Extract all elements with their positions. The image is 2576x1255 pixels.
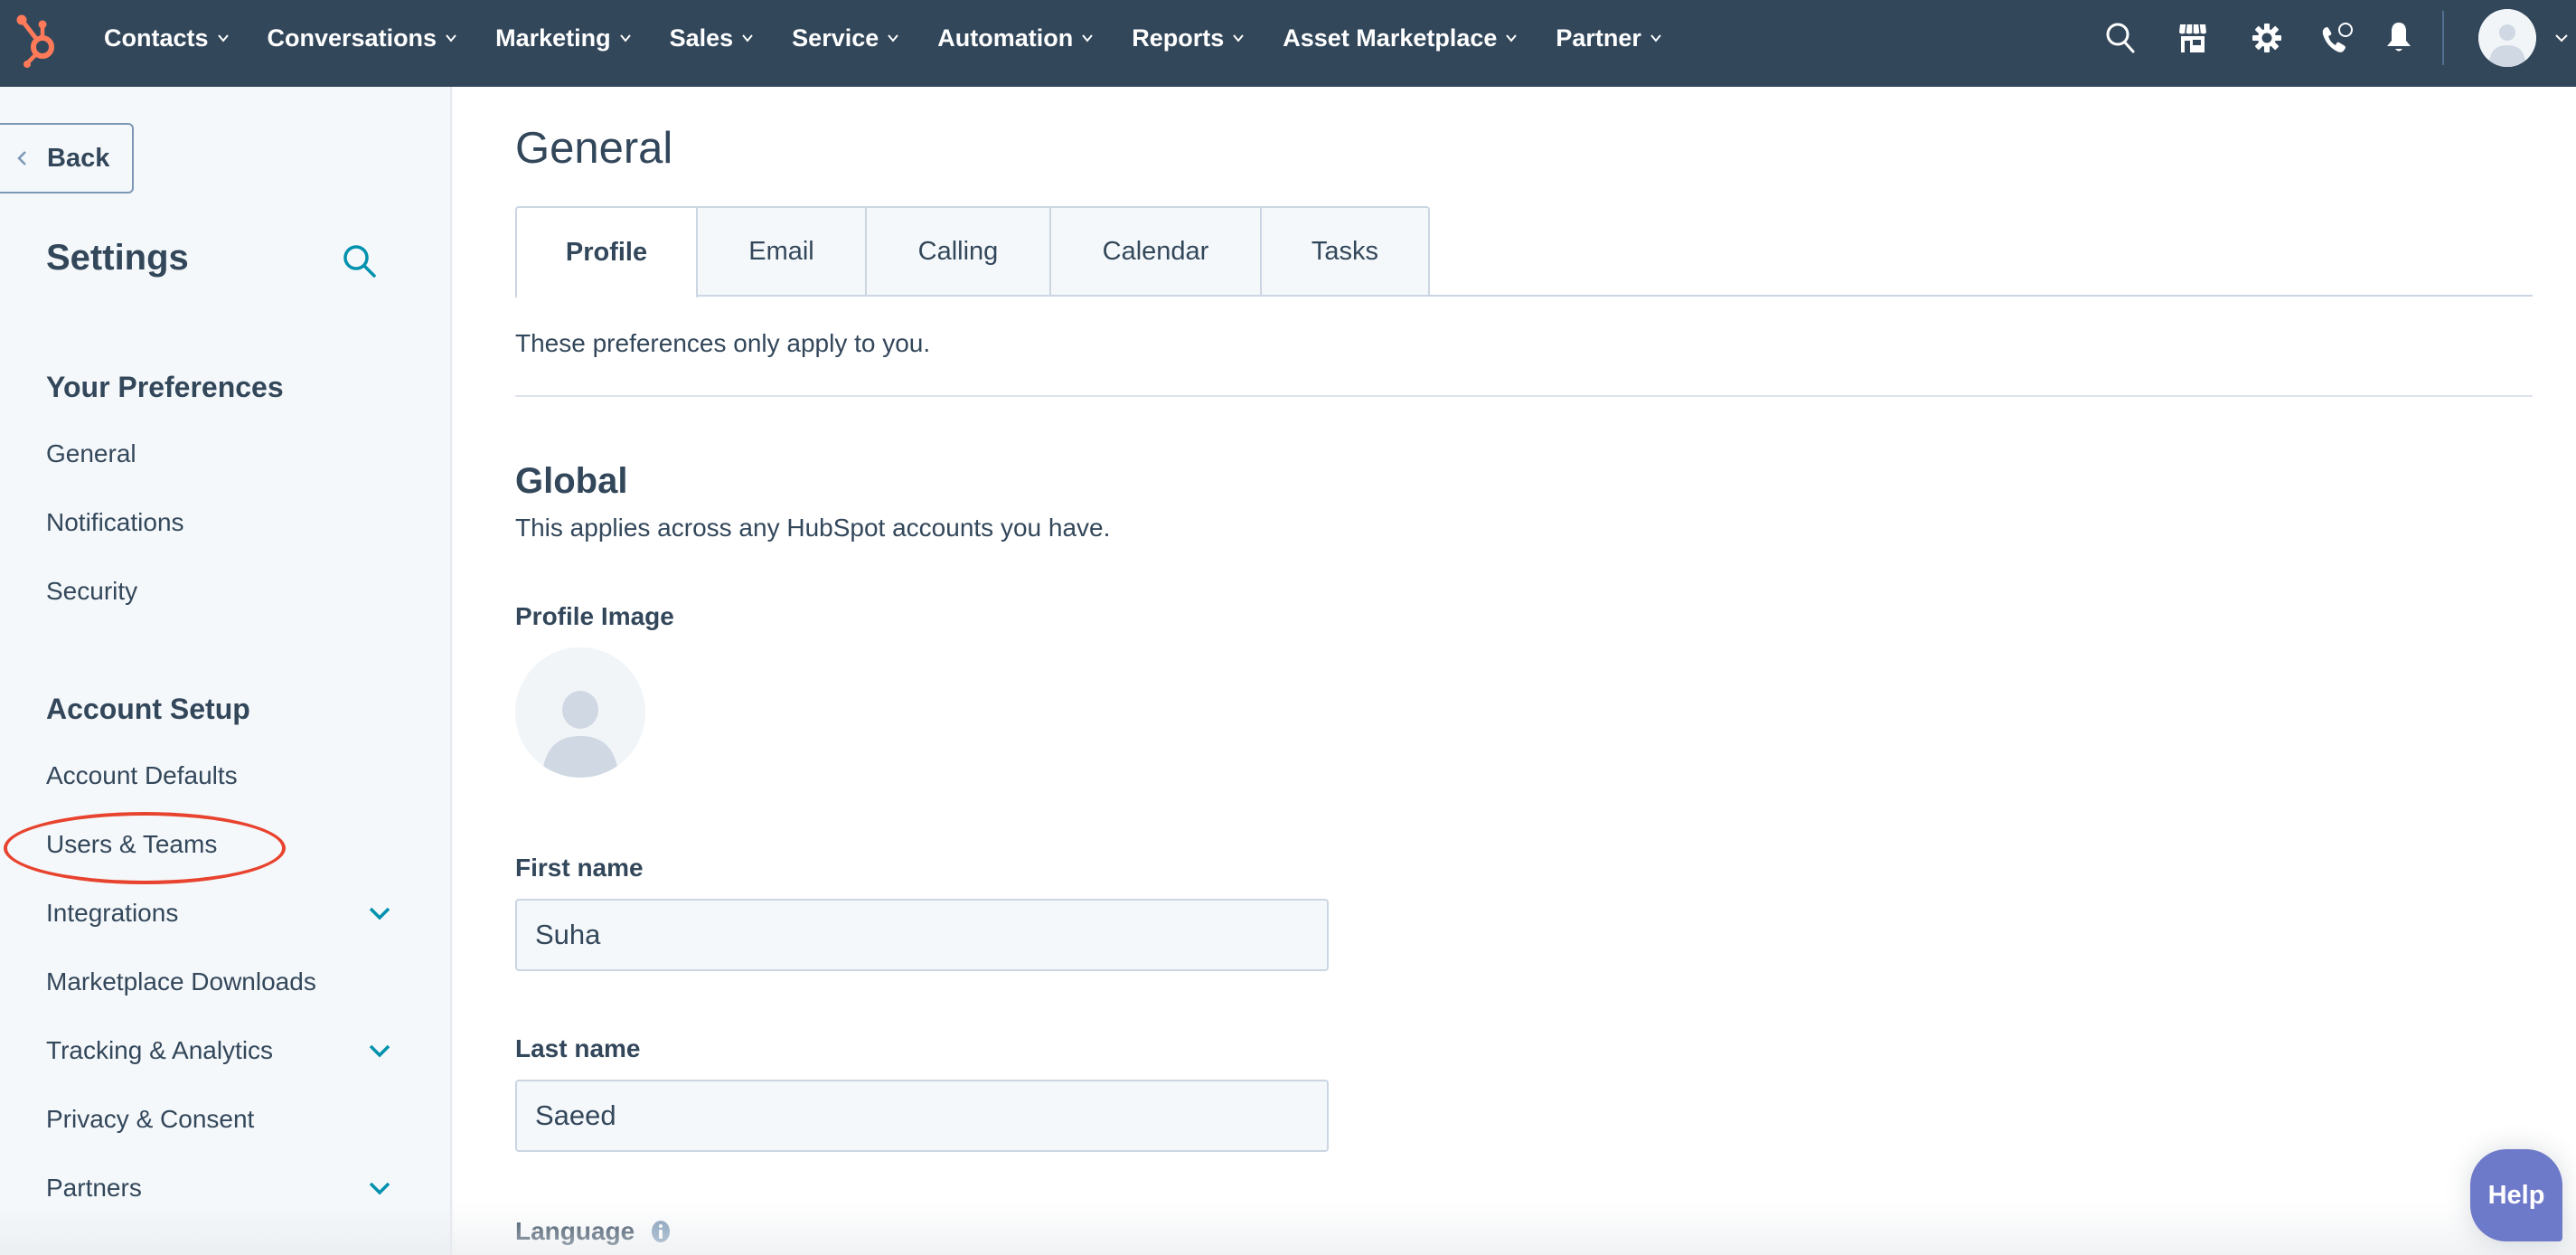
sidebar-item-general[interactable]: General — [46, 439, 390, 468]
sidebar-item-label: Integrations — [46, 899, 179, 927]
chevron-left-icon — [17, 151, 26, 165]
section-your-preferences: Your Preferences — [46, 371, 284, 403]
back-button-label: Back — [47, 143, 110, 173]
sidebar-item-label: Security — [46, 577, 138, 605]
nav-label: Contacts — [104, 24, 209, 52]
preferences-tabs: Profile Email Calling Calendar Tasks — [515, 206, 2533, 298]
section-divider — [515, 395, 2533, 397]
chevron-down-icon — [217, 34, 229, 42]
nav-label: Sales — [669, 24, 734, 52]
global-section-title: Global — [515, 461, 628, 501]
nav-marketing[interactable]: Marketing — [495, 24, 632, 52]
chevron-down-icon[interactable] — [368, 906, 391, 920]
sidebar-item-account-defaults[interactable]: Account Defaults — [46, 761, 390, 790]
sidebar-item-partners[interactable]: Partners — [46, 1174, 390, 1203]
hubspot-logo-icon[interactable] — [13, 13, 65, 69]
default-user-avatar-icon — [515, 647, 645, 778]
settings-gear-icon[interactable] — [2249, 20, 2285, 56]
profile-image-avatar[interactable] — [515, 647, 645, 778]
language-label: Language — [515, 1217, 671, 1246]
sidebar-item-integrations[interactable]: Integrations — [46, 899, 390, 928]
sidebar-item-label: General — [46, 439, 136, 467]
settings-sidebar: Back Settings Your Preferences General N… — [0, 87, 452, 1255]
first-name-input[interactable] — [515, 899, 1329, 971]
sidebar-item-label: Notifications — [46, 508, 184, 536]
page-title: General — [515, 124, 673, 173]
nav-asset-marketplace[interactable]: Asset Marketplace — [1283, 24, 1518, 52]
sidebar-item-security[interactable]: Security — [46, 577, 390, 606]
chevron-down-icon[interactable] — [368, 1043, 391, 1058]
nav-label: Reports — [1132, 24, 1225, 52]
calling-icon[interactable] — [2319, 20, 2355, 56]
language-label-text: Language — [515, 1217, 635, 1245]
tab-calendar[interactable]: Calendar — [1051, 206, 1262, 297]
primary-nav-menu: Contacts Conversations Marketing Sales S… — [104, 0, 1700, 76]
chevron-down-icon — [1650, 34, 1661, 42]
sidebar-item-label: Tracking & Analytics — [46, 1036, 274, 1064]
tab-tasks[interactable]: Tasks — [1262, 206, 1430, 297]
utility-icons — [2102, 0, 2576, 76]
nav-partner[interactable]: Partner — [1556, 24, 1662, 52]
nav-contacts[interactable]: Contacts — [104, 24, 230, 52]
info-icon[interactable] — [651, 1220, 671, 1243]
nav-service[interactable]: Service — [792, 24, 899, 52]
chevron-down-icon — [1233, 34, 1245, 42]
nav-reports[interactable]: Reports — [1132, 24, 1245, 52]
tab-calling[interactable]: Calling — [867, 206, 1051, 297]
default-user-avatar-icon — [2478, 9, 2536, 67]
settings-search-icon[interactable] — [341, 242, 379, 280]
tab-profile[interactable]: Profile — [515, 206, 698, 298]
main-content: General Profile Email Calling Calendar T… — [454, 87, 2576, 1255]
nav-divider — [2442, 11, 2444, 65]
last-name-label: Last name — [515, 1034, 641, 1062]
chevron-down-icon — [742, 34, 753, 42]
notifications-bell-icon[interactable] — [2381, 20, 2417, 56]
chevron-down-icon — [1082, 34, 1094, 42]
search-icon[interactable] — [2102, 20, 2139, 56]
marketplace-icon[interactable] — [2175, 20, 2211, 56]
sidebar-item-users-teams[interactable]: Users & Teams — [46, 830, 390, 859]
last-name-input[interactable] — [515, 1080, 1329, 1152]
nav-label: Partner — [1556, 24, 1641, 52]
nav-label: Conversations — [267, 24, 437, 52]
sidebar-item-label: Partners — [46, 1174, 142, 1202]
chevron-down-icon[interactable] — [368, 1181, 391, 1195]
sidebar-item-label: Users & Teams — [46, 830, 218, 858]
preferences-intro-text: These preferences only apply to you. — [515, 329, 931, 357]
first-name-label: First name — [515, 854, 644, 882]
nav-label: Automation — [937, 24, 1074, 52]
profile-image-label: Profile Image — [515, 602, 674, 630]
global-section-description: This applies across any HubSpot accounts… — [515, 514, 1111, 542]
sidebar-item-label: Privacy & Consent — [46, 1105, 255, 1133]
back-button[interactable]: Back — [0, 123, 134, 193]
nav-label: Marketing — [495, 24, 611, 52]
account-menu-chevron-icon[interactable] — [2554, 33, 2569, 42]
sidebar-item-marketplace-downloads[interactable]: Marketplace Downloads — [46, 967, 390, 996]
sidebar-item-label: Account Defaults — [46, 761, 238, 789]
sidebar-item-label: Marketplace Downloads — [46, 967, 316, 996]
sidebar-item-notifications[interactable]: Notifications — [46, 508, 390, 537]
nav-automation[interactable]: Automation — [937, 24, 1094, 52]
nav-conversations[interactable]: Conversations — [268, 24, 458, 52]
nav-sales[interactable]: Sales — [670, 24, 755, 52]
chevron-down-icon — [1506, 34, 1518, 42]
account-avatar[interactable] — [2478, 9, 2536, 67]
chevron-down-icon — [619, 34, 631, 42]
settings-title: Settings — [46, 238, 189, 278]
tab-email[interactable]: Email — [698, 206, 867, 297]
sidebar-item-privacy-consent[interactable]: Privacy & Consent — [46, 1105, 390, 1134]
chevron-down-icon — [446, 34, 456, 42]
section-account-setup: Account Setup — [46, 693, 250, 725]
nav-label: Asset Marketplace — [1283, 24, 1498, 52]
nav-label: Service — [792, 24, 879, 52]
help-button[interactable]: Help — [2470, 1149, 2562, 1241]
top-navigation-bar: Contacts Conversations Marketing Sales S… — [0, 0, 2576, 87]
chevron-down-icon — [888, 34, 899, 42]
sidebar-item-tracking-analytics[interactable]: Tracking & Analytics — [46, 1036, 390, 1065]
